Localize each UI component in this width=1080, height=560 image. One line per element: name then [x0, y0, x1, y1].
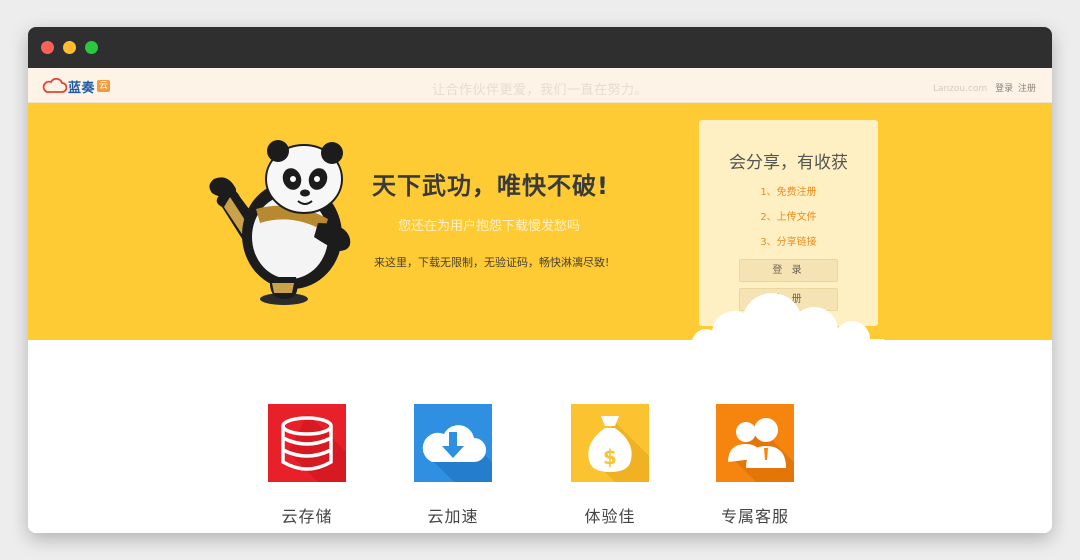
decorative-cloud [692, 293, 884, 340]
feature-section: 云存储 云加速 $ 体验佳 专属客服 [28, 340, 1052, 533]
header-slogan: 让合作伙伴更爱，我们一直在努力。 [431, 83, 648, 98]
feature-tile: $ [571, 404, 649, 482]
feature-tile [414, 404, 492, 482]
feature-label: 云存储 [281, 507, 333, 526]
account-links: Lanzou.com 登录 注册 [933, 81, 1036, 94]
top-register-link[interactable]: 注册 [1018, 84, 1036, 94]
share-step-upload[interactable]: 2、上传文件 [699, 208, 878, 223]
feature-dedicated-support[interactable]: 专属客服 [695, 404, 815, 527]
login-button[interactable]: 登 录 [739, 259, 838, 282]
site-domain: Lanzou.com [932, 84, 988, 94]
feature-tile [716, 404, 794, 482]
feature-cloud-acceleration[interactable]: 云加速 [393, 404, 513, 527]
feature-great-experience[interactable]: $ 体验佳 [550, 404, 670, 527]
top-login-link[interactable]: 登录 [995, 84, 1013, 94]
cloud-download-icon [414, 404, 492, 482]
feature-label: 云加速 [427, 507, 479, 526]
minimize-window-button[interactable] [63, 41, 76, 54]
customer-service-icon [716, 404, 794, 482]
zoom-window-button[interactable] [85, 41, 98, 54]
feature-tile [268, 404, 346, 482]
kungfu-panda-illustration [209, 140, 351, 305]
hero-description: 来这里，下载无限制，无验证码，畅快淋漓尽致! [374, 256, 610, 269]
money-bag-icon: $ [571, 404, 649, 482]
svg-text:$: $ [603, 445, 617, 469]
top-navigation-bar: 蓝奏 云 让合作伙伴更爱，我们一直在努力。 Lanzou.com 登录 注册 [28, 68, 1052, 103]
window-titlebar [28, 27, 1052, 68]
feature-cloud-storage[interactable]: 云存储 [247, 404, 367, 527]
feature-label: 专属客服 [720, 507, 789, 526]
hero-headline: 天下武功，唯快不破! [372, 172, 609, 200]
share-panel-title: 会分享，有收获 [729, 153, 848, 173]
feature-label: 体验佳 [584, 507, 636, 526]
hero-subline: 您还在为用户抱怨下载慢发愁吗 [398, 219, 581, 234]
database-icon [268, 404, 346, 482]
close-window-button[interactable] [41, 41, 54, 54]
share-step-share-link[interactable]: 3、分享链接 [699, 233, 878, 248]
hero-banner: 天下武功，唯快不破! 您还在为用户抱怨下载慢发愁吗 来这里，下载无限制，无验证码… [28, 103, 1052, 340]
share-step-register[interactable]: 1、免费注册 [699, 183, 878, 198]
browser-window: 蓝奏 云 让合作伙伴更爱，我们一直在努力。 Lanzou.com 登录 注册 天… [28, 27, 1052, 533]
